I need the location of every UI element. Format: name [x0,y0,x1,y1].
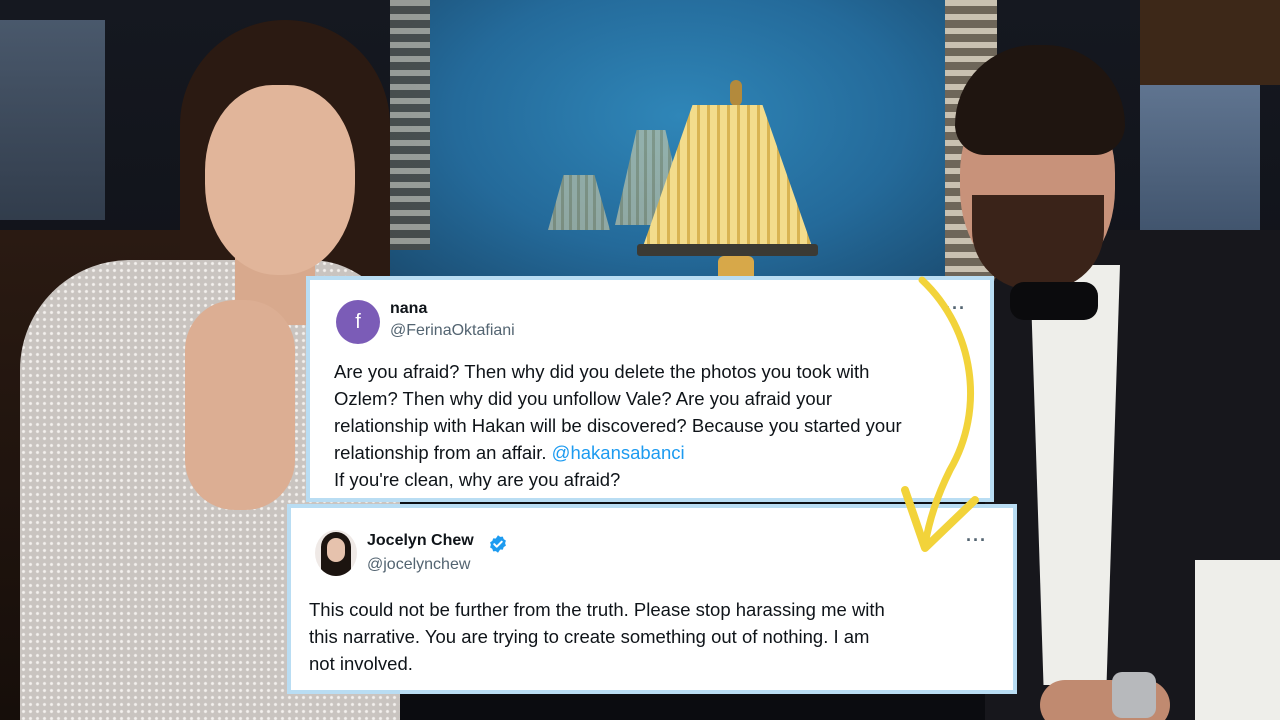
more-options-icon[interactable]: ··· [966,530,987,551]
woman-arm [185,300,295,510]
carved-frame-left [390,0,430,250]
display-name[interactable]: Jocelyn Chew [367,532,474,550]
tweet-line: relationship from an affair. @hakansaban… [334,439,984,466]
shirt-cuff [1195,560,1280,720]
lamp-trim [637,244,818,256]
tweet-body: Are you afraid? Then why did you delete … [334,358,984,493]
user-handle[interactable]: @jocelynchew [367,556,470,574]
verified-badge-icon [490,535,506,553]
tweet-line-text: relationship from an affair. [334,442,552,463]
dress-shirt [1030,265,1120,685]
display-name[interactable]: nana [390,300,427,318]
curtain [1140,0,1280,85]
avatar-face [327,538,345,562]
tweet-card-nana: f nana @FerinaOktafiani ··· Are you afra… [306,276,994,502]
avatar[interactable]: f [336,300,380,344]
tweet-body: This could not be further from the truth… [309,596,999,677]
wristwatch [1112,672,1156,718]
mention-link[interactable]: @hakansabanci [552,442,685,463]
woman-face [205,85,355,275]
tweet-line: relationship with Hakan will be discover… [334,415,902,436]
lamp-base [718,256,754,278]
bow-tie [1010,282,1098,320]
tweet-line: Ozlem? Then why did you unfollow Vale? A… [334,388,833,409]
tweet-line: not involved. [309,653,413,674]
window-left [0,20,105,220]
lamp-finial [730,80,742,106]
tweet-line: Are you afraid? Then why did you delete … [334,361,870,382]
avatar[interactable] [315,530,357,576]
tweet-line: This could not be further from the truth… [309,599,885,620]
tweet-card-jocelyn: Jocelyn Chew @jocelynchew ··· This could… [287,504,1017,694]
more-options-icon[interactable]: ··· [945,298,966,319]
user-handle[interactable]: @FerinaOktafiani [390,322,515,340]
tweet-line: this narrative. You are trying to create… [309,626,870,647]
tweet-line: If you're clean, why are you afraid? [334,469,621,490]
